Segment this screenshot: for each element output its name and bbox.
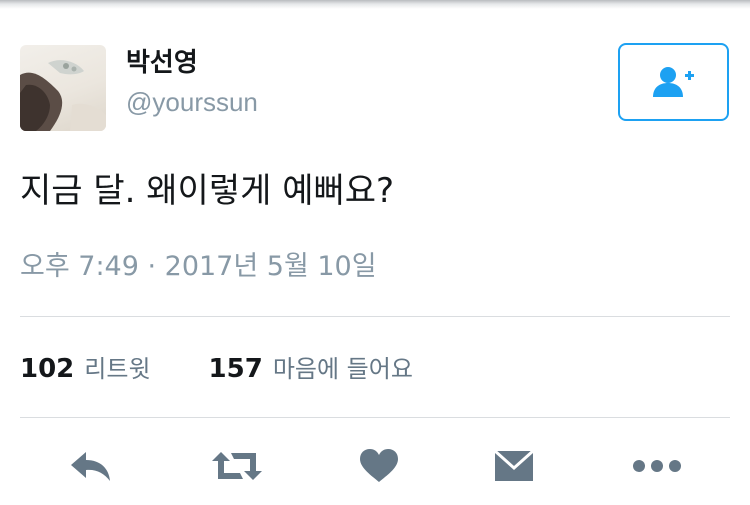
reply-icon bbox=[71, 452, 110, 481]
divider bbox=[20, 417, 730, 418]
tweet-timestamp: 오후 7:49 · 2017년 5월 10일 bbox=[20, 251, 377, 282]
retweet-button[interactable] bbox=[209, 440, 265, 492]
divider bbox=[20, 316, 730, 317]
tweet-text: 지금 달. 왜이렇게 예뻐요? bbox=[20, 171, 395, 211]
likes-label: 마음에 들어요 bbox=[272, 355, 413, 383]
avatar[interactable] bbox=[20, 45, 106, 131]
likes-stat[interactable]: 157 마음에 들어요 bbox=[209, 349, 413, 384]
more-button[interactable] bbox=[629, 440, 685, 492]
likes-count: 157 bbox=[208, 354, 263, 384]
more-dots-icon bbox=[633, 460, 681, 472]
retweets-stat[interactable]: 102 리트윗 bbox=[20, 349, 151, 384]
add-user-icon bbox=[652, 67, 694, 97]
follow-button[interactable] bbox=[618, 43, 729, 121]
avatar-image bbox=[20, 60, 106, 131]
direct-message-button[interactable] bbox=[486, 440, 542, 492]
retweets-count: 102 bbox=[20, 354, 75, 384]
top-edge-shadow bbox=[0, 0, 750, 9]
heart-icon bbox=[360, 449, 398, 482]
tweet-stats: 102 리트윗 157 마음에 들어요 bbox=[20, 349, 413, 389]
envelope-icon bbox=[493, 449, 535, 481]
tweet-actions bbox=[0, 440, 750, 492]
reply-button[interactable] bbox=[63, 440, 119, 492]
retweets-label: 리트윗 bbox=[84, 355, 151, 383]
like-button[interactable] bbox=[351, 440, 407, 492]
retweet-icon bbox=[212, 452, 262, 480]
user-handle[interactable]: @yourssun bbox=[126, 86, 258, 118]
display-name[interactable]: 박선영 bbox=[126, 46, 198, 80]
